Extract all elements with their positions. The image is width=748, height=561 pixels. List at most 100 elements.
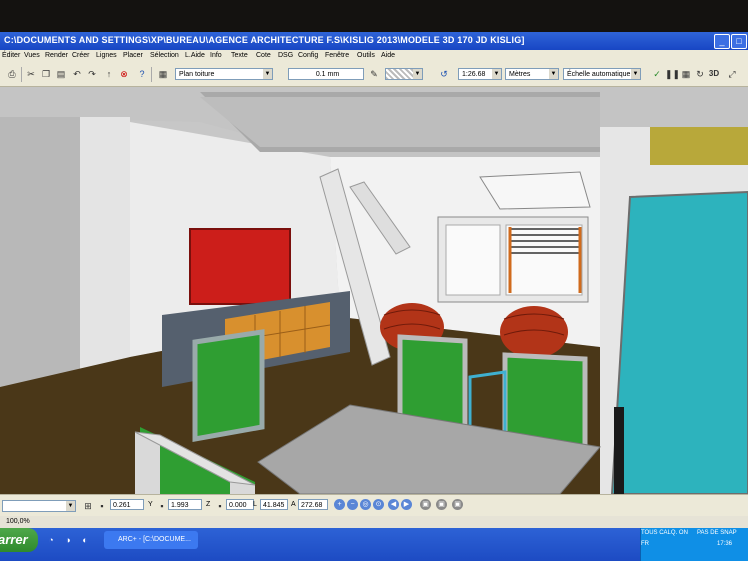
menu-placer[interactable]: Placer xyxy=(123,52,143,59)
quicklaunch-icon[interactable]: ◐ xyxy=(79,534,91,546)
menu-texte[interactable]: Texte xyxy=(231,52,248,59)
zoom-all-icon[interactable]: ⊙ xyxy=(373,499,384,510)
expand-icon[interactable]: ⤢ xyxy=(726,68,738,80)
clock: 17:36 xyxy=(717,541,733,547)
view-3d-button[interactable]: 3D xyxy=(708,68,720,80)
minimize-button[interactable]: _ xyxy=(714,34,730,49)
view-icon[interactable]: ▣ xyxy=(452,499,463,510)
y-label: Y xyxy=(148,501,153,508)
start-button[interactable]: arrer xyxy=(0,528,38,552)
pen-icon[interactable]: ✎ xyxy=(368,68,380,80)
menu-editer[interactable]: Éditer xyxy=(2,52,20,59)
coordinate-bar: ▼ ⊞ ▪ 0.261 Y ▪ 1.993 Z ▪ 0.000 L 41.845… xyxy=(0,494,748,517)
lock-icon[interactable]: ▪ xyxy=(96,500,108,512)
left-wall xyxy=(0,117,80,387)
scale-combo[interactable]: 1:26.68 ▼ xyxy=(458,68,502,80)
window-pane xyxy=(445,224,501,296)
length-field[interactable]: 41.845 xyxy=(260,499,288,510)
layer-combo[interactable]: Plan toiture ▼ xyxy=(175,68,273,80)
l-label: L xyxy=(253,501,257,508)
chevron-down-icon: ▼ xyxy=(549,69,558,79)
main-toolbar: ⎙ ✂ ❐ ▤ ↶ ↷ ↑ ⊗ ? ▦ Plan toiture ▼ 0.1 m… xyxy=(0,64,748,87)
layer-combo-value: Plan toiture xyxy=(179,71,215,78)
undo-icon[interactable]: ↶ xyxy=(71,68,83,80)
paste-icon[interactable]: ▤ xyxy=(55,68,67,80)
screen: C:\DOCUMENTS AND SETTINGS\XP\BUREAU\AGEN… xyxy=(0,32,748,561)
units-combo[interactable]: Mètres ▼ xyxy=(505,68,559,80)
view-icon[interactable]: ▣ xyxy=(436,499,447,510)
scale-value: 1:26.68 xyxy=(462,71,486,78)
lock-icon[interactable]: ▪ xyxy=(156,500,168,512)
rotate-view-icon[interactable]: ↺ xyxy=(438,68,450,80)
menu-outils[interactable]: Outils xyxy=(357,52,375,59)
view-icon[interactable]: ▣ xyxy=(420,499,431,510)
chevron-down-icon: ▼ xyxy=(492,69,501,79)
menu-vues[interactable]: Vues xyxy=(24,52,40,59)
menu-aide[interactable]: Aide xyxy=(381,52,395,59)
menu-fenetre[interactable]: Fenêtre xyxy=(325,52,349,59)
help-icon[interactable]: ? xyxy=(136,68,148,80)
z-coordinate-field[interactable]: 0.000 xyxy=(226,499,254,510)
stop-icon[interactable]: ⊗ xyxy=(118,68,130,80)
up-arrow-icon[interactable]: ↑ xyxy=(103,68,115,80)
maximize-button[interactable]: □ xyxy=(731,34,747,49)
lineweight-value: 0.1 mm xyxy=(315,71,340,78)
menu-dsg[interactable]: DSG xyxy=(278,52,293,59)
grid-icon[interactable]: ▦ xyxy=(680,68,692,80)
redo-icon[interactable]: ↷ xyxy=(86,68,98,80)
menu-config[interactable]: Config xyxy=(298,52,318,59)
taskbar-item-arc[interactable]: ARC+ - [C:\DOCUME... xyxy=(104,531,198,549)
snap-icon[interactable]: ⊞ xyxy=(82,500,94,512)
chevron-down-icon: ▼ xyxy=(631,69,640,79)
3d-render xyxy=(0,87,748,494)
chart-icon[interactable]: ✓ xyxy=(651,68,663,80)
lock-icon[interactable]: ▪ xyxy=(214,500,226,512)
zoom-out-icon[interactable]: − xyxy=(347,499,358,510)
taskbar: arrer ◔ ◑ ◐ ARC+ - [C:\DOCUME... TOUS CA… xyxy=(0,528,748,561)
units-value: Mètres xyxy=(509,71,531,78)
quicklaunch-icon[interactable]: ◑ xyxy=(62,534,74,546)
zoom-window-icon[interactable]: ◎ xyxy=(360,499,371,510)
x-coordinate-field[interactable]: 0.261 xyxy=(110,499,144,510)
layers-icon[interactable]: ▦ xyxy=(157,68,169,80)
hatch-pattern-combo[interactable]: ▼ xyxy=(385,68,423,80)
chair-back-left xyxy=(192,329,265,442)
menu-bar: Éditer Vues Render Créer Lignes Placer S… xyxy=(0,50,748,64)
roof-beam xyxy=(200,97,600,147)
copy-icon[interactable]: ❐ xyxy=(40,68,52,80)
menu-render[interactable]: Render xyxy=(45,52,68,59)
zoom-level: 100,0% xyxy=(6,518,30,525)
language-indicator[interactable]: FR xyxy=(641,541,649,547)
chair-back-center xyxy=(397,334,468,430)
angle-field[interactable]: 272.68 xyxy=(298,499,328,510)
lineweight-combo[interactable]: 0.1 mm xyxy=(288,68,364,80)
quicklaunch-icon[interactable]: ◔ xyxy=(45,534,57,546)
3d-viewport[interactable] xyxy=(0,87,748,494)
cyan-wall-panel xyxy=(610,190,748,494)
echelle-value: Échelle automatique xyxy=(567,71,631,78)
menu-selection[interactable]: Sélection xyxy=(150,52,179,59)
menu-lignes[interactable]: Lignes xyxy=(96,52,117,59)
wall-shelf xyxy=(650,127,748,165)
zoom-in-icon[interactable]: + xyxy=(334,499,345,510)
system-tray: TOUS CALQ. ON PAS DE SNAP FR 17:36 xyxy=(640,528,748,561)
print-icon[interactable]: ⎙ xyxy=(6,68,18,80)
pan-right-icon[interactable]: ▶ xyxy=(401,499,412,510)
status-combo[interactable]: ▼ xyxy=(2,500,76,512)
z-label: Z xyxy=(206,501,211,508)
cut-icon[interactable]: ✂ xyxy=(25,68,37,80)
menu-info[interactable]: Info xyxy=(210,52,222,59)
menu-creer[interactable]: Créer xyxy=(72,52,90,59)
y-coordinate-field[interactable]: 1.993 xyxy=(168,499,202,510)
echelle-combo[interactable]: Échelle automatique ▼ xyxy=(563,68,641,80)
refresh-icon[interactable]: ↻ xyxy=(694,68,706,80)
pause-icon[interactable]: ❚❚ xyxy=(665,68,680,80)
skylight xyxy=(479,171,591,210)
zoom-status-line: 100,0% xyxy=(0,516,748,528)
toolbar-separator xyxy=(151,67,152,82)
menu-laide[interactable]: L.Aide xyxy=(185,52,205,59)
a-label: A xyxy=(291,501,296,508)
menu-cote[interactable]: Cote xyxy=(256,52,271,59)
pan-left-icon[interactable]: ◀ xyxy=(388,499,399,510)
chevron-down-icon: ▼ xyxy=(263,69,272,79)
